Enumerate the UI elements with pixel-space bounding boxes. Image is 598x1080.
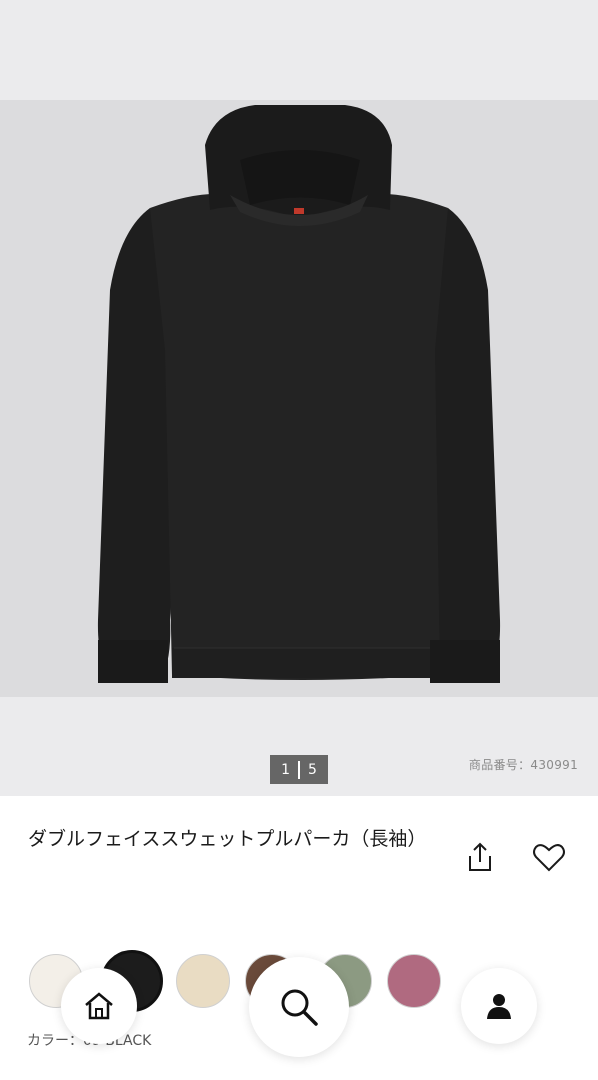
account-button[interactable] bbox=[461, 968, 537, 1044]
product-title: ダブルフェイススウェットプルパーカ（長袖） bbox=[28, 828, 427, 850]
product-image-gallery[interactable]: 1 5 商品番号：430991 bbox=[0, 0, 598, 796]
color-swatch-pink[interactable] bbox=[387, 954, 441, 1008]
search-icon bbox=[281, 989, 318, 1026]
search-button[interactable] bbox=[249, 957, 349, 1057]
home-icon bbox=[85, 992, 113, 1020]
product-number: 商品番号：430991 bbox=[468, 758, 578, 772]
share-icon bbox=[469, 842, 491, 871]
favorite-button[interactable] bbox=[531, 840, 567, 876]
hoodie-image bbox=[97, 105, 501, 683]
share-button[interactable] bbox=[462, 840, 498, 876]
product-photo[interactable] bbox=[0, 100, 598, 697]
account-icon bbox=[487, 994, 511, 1019]
image-pager: 1 5 bbox=[270, 755, 328, 784]
pager-current: 1 bbox=[281, 761, 290, 778]
color-swatch-natural[interactable] bbox=[176, 954, 230, 1008]
home-button[interactable] bbox=[61, 968, 137, 1044]
pager-separator bbox=[298, 760, 300, 779]
heart-icon bbox=[533, 844, 565, 872]
pager-total: 5 bbox=[308, 761, 317, 778]
